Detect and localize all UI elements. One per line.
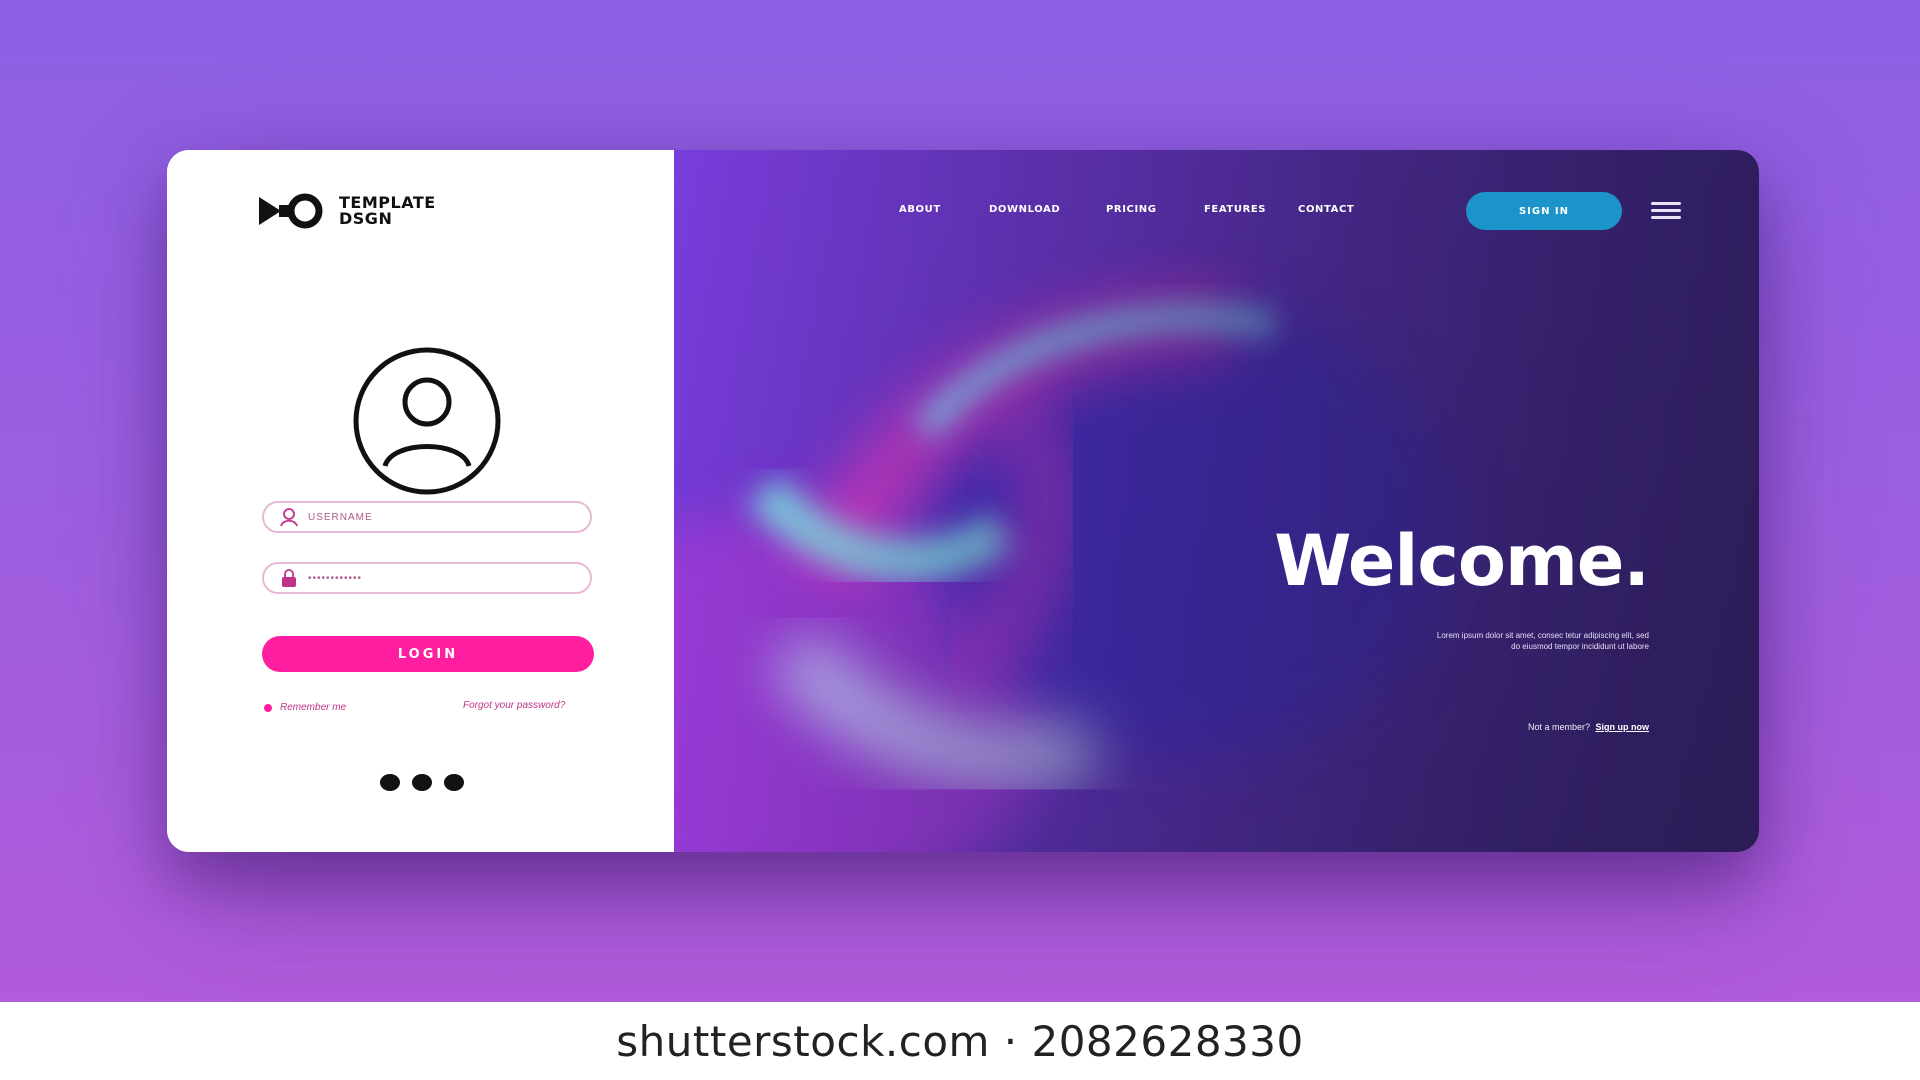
nav-link-features[interactable]: FEATURES <box>1204 204 1266 215</box>
hamburger-menu-icon[interactable] <box>1651 202 1681 222</box>
hero-panel: ABOUT DOWNLOAD PRICING FEATURES CONTACT … <box>674 150 1759 852</box>
login-panel: TEMPLATE DSGN USERNAME LOGIN Remember me… <box>167 150 674 852</box>
username-input[interactable] <box>306 510 590 524</box>
brand-logo[interactable]: TEMPLATE DSGN <box>257 192 436 230</box>
pagination-dot[interactable] <box>380 774 400 791</box>
pagination-dots <box>380 774 464 791</box>
abstract-wave-artwork <box>674 150 1759 852</box>
play-circle-logo-icon <box>259 193 323 229</box>
sign-in-button[interactable]: SIGN IN <box>1466 192 1622 230</box>
remember-me-label: Remember me <box>280 702 347 713</box>
signup-prompt: Not a member? Sign up now <box>1528 722 1649 732</box>
brand-name: TEMPLATE DSGN <box>339 195 436 227</box>
top-navigation: ABOUT DOWNLOAD PRICING FEATURES CONTACT … <box>674 192 1759 232</box>
password-field[interactable] <box>262 562 592 594</box>
page-background: TEMPLATE DSGN USERNAME LOGIN Remember me… <box>0 0 1920 1002</box>
landing-card: TEMPLATE DSGN USERNAME LOGIN Remember me… <box>167 150 1759 852</box>
lock-icon <box>272 564 306 592</box>
pagination-dot[interactable] <box>412 774 432 791</box>
password-input[interactable] <box>306 571 590 585</box>
brand-name-line2: DSGN <box>339 209 393 228</box>
remember-me-radio-icon[interactable] <box>264 703 272 712</box>
user-circle-icon <box>353 347 501 495</box>
member-prompt-text: Not a member? <box>1527 722 1590 732</box>
nav-link-pricing[interactable]: PRICING <box>1106 204 1157 215</box>
forgot-password-link[interactable]: Forgot your password? <box>463 700 565 711</box>
login-button[interactable]: LOGIN <box>262 636 594 672</box>
nav-link-about[interactable]: ABOUT <box>899 204 941 215</box>
sign-up-link[interactable]: Sign up now <box>1596 722 1650 732</box>
pagination-dot[interactable] <box>444 774 464 791</box>
username-field[interactable] <box>262 501 592 533</box>
remember-me-checkbox[interactable]: Remember me <box>264 702 346 713</box>
nav-link-download[interactable]: DOWNLOAD <box>989 204 1060 215</box>
user-icon <box>272 503 306 531</box>
hero-body-text: Lorem ipsum dolor sit amet, consec tetur… <box>1436 631 1649 651</box>
hero-title: Welcome. <box>1274 520 1650 602</box>
stock-watermark: shutterstock.com · 2082628330 <box>0 1002 1920 1080</box>
nav-link-contact[interactable]: CONTACT <box>1298 204 1354 215</box>
